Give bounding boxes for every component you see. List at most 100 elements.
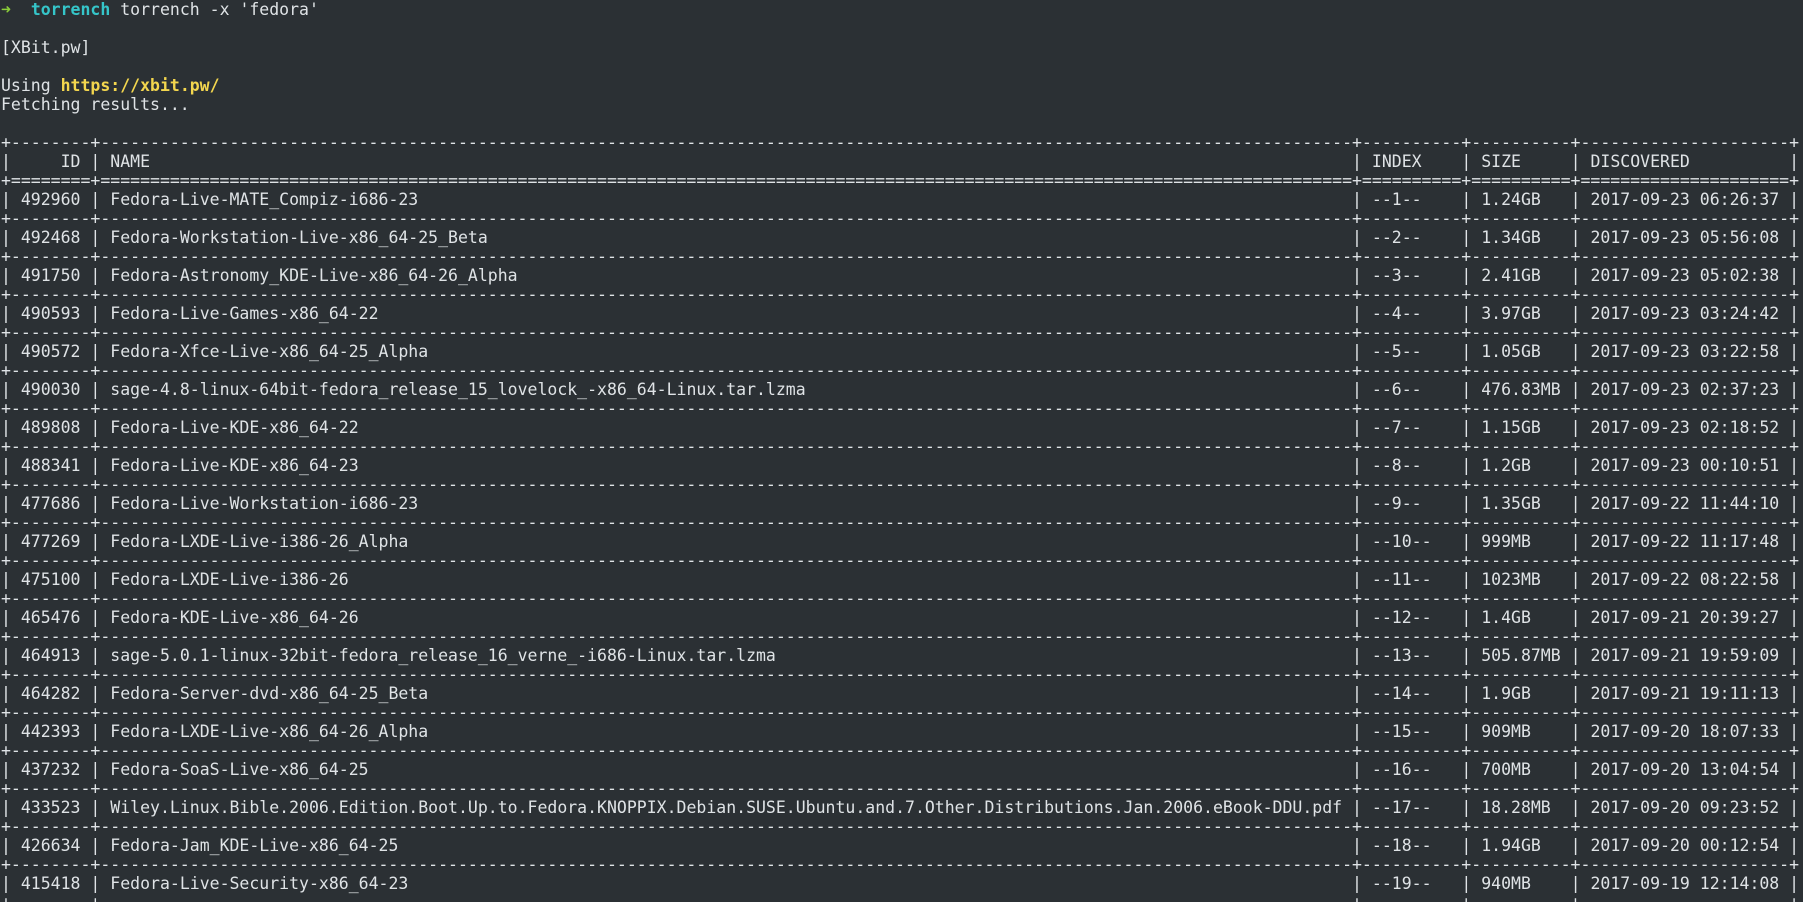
table-row[interactable]: | 442393 | Fedora-LXDE-Live-x86_64-26_Al… (1, 722, 1799, 741)
cell-index: --15-- (1371, 722, 1452, 741)
cell-size: 1.9GB (1481, 684, 1561, 703)
table-row[interactable]: | 492960 | Fedora-Live-MATE_Compiz-i686-… (1, 190, 1799, 209)
cell-id: 490593 (20, 304, 81, 323)
cell-size: 909MB (1481, 722, 1561, 741)
cell-discovered: 2017-09-23 06:26:37 (1590, 190, 1780, 209)
cell-id: 492468 (20, 228, 81, 247)
cell-name: Fedora-Live-Games-x86_64-22 (110, 304, 1343, 323)
prompt-line: ➜ torrench torrench -x 'fedora' (1, 0, 319, 19)
cell-size: 1.24GB (1481, 190, 1561, 209)
table-header-row: | ID | NAME | INDEX | SIZE | DISCOVERED … (1, 152, 1800, 171)
cell-index: --10-- (1371, 532, 1452, 551)
table-row[interactable]: | 477686 | Fedora-Live-Workstation-i686-… (1, 494, 1799, 513)
column-header-name: NAME (110, 152, 1343, 171)
table-row[interactable]: | 489808 | Fedora-Live-KDE-x86_64-22 | -… (1, 418, 1799, 437)
cell-discovered: 2017-09-20 18:07:33 (1590, 722, 1780, 741)
cell-size: 1.15GB (1481, 418, 1561, 437)
cell-size: 18.28MB (1481, 798, 1561, 817)
cell-id: 477686 (20, 494, 81, 513)
table-row[interactable]: | 465476 | Fedora-KDE-Live-x86_64-26 | -… (1, 608, 1799, 627)
cell-index: --2-- (1371, 228, 1452, 247)
cell-discovered: 2017-09-23 00:10:51 (1590, 456, 1780, 475)
cell-index: --18-- (1371, 836, 1452, 855)
row-separator: +--------+------------------------------… (1, 323, 1800, 342)
site-tag: [XBit.pw] (1, 38, 91, 57)
row-separator: +--------+------------------------------… (1, 551, 1800, 570)
row-separator: +--------+------------------------------… (1, 779, 1800, 798)
table-row[interactable]: | 491750 | Fedora-Astronomy_KDE-Live-x86… (1, 266, 1799, 285)
cell-discovered: 2017-09-21 19:59:09 (1590, 646, 1780, 665)
cell-size: 1.05GB (1481, 342, 1561, 361)
cell-id: 490572 (20, 342, 81, 361)
table-row[interactable]: | 488341 | Fedora-Live-KDE-x86_64-23 | -… (1, 456, 1799, 475)
cell-index: --9-- (1371, 494, 1452, 513)
table-row[interactable]: | 464913 | sage-5.0.1-linux-32bit-fedora… (1, 646, 1799, 665)
cell-size: 3.97GB (1481, 304, 1561, 323)
row-separator: +--------+------------------------------… (1, 209, 1800, 228)
row-separator: +--------+------------------------------… (1, 589, 1800, 608)
cell-name: Fedora-Live-KDE-x86_64-22 (110, 418, 1343, 437)
table-row[interactable]: | 492468 | Fedora-Workstation-Live-x86_6… (1, 228, 1799, 247)
terminal-window[interactable]: ➜ torrench torrench -x 'fedora' [XBit.pw… (0, 0, 1803, 902)
table-row[interactable]: | 415418 | Fedora-Live-Security-x86_64-2… (1, 874, 1799, 893)
fetching-status: Fetching results... (1, 95, 190, 114)
table-row[interactable]: | 490572 | Fedora-Xfce-Live-x86_64-25_Al… (1, 342, 1799, 361)
table-row[interactable]: | 477269 | Fedora-LXDE-Live-i386-26_Alph… (1, 532, 1799, 551)
cell-name: sage-4.8-linux-64bit-fedora_release_15_l… (110, 380, 1343, 399)
cell-discovered: 2017-09-21 20:39:27 (1590, 608, 1780, 627)
row-separator: +--------+------------------------------… (1, 361, 1800, 380)
table-header-border: +========+==============================… (1, 171, 1800, 190)
site-url[interactable]: https://xbit.pw/ (61, 76, 220, 95)
cell-discovered: 2017-09-23 05:02:38 (1590, 266, 1780, 285)
cell-size: 476.83MB (1481, 380, 1561, 399)
using-line: Using https://xbit.pw/ (1, 76, 220, 95)
table-row[interactable]: | 464282 | Fedora-Server-dvd-x86_64-25_B… (1, 684, 1799, 703)
prompt-arrow-icon: ➜ (1, 0, 11, 19)
cell-id: 492960 (20, 190, 81, 209)
cell-name: Fedora-LXDE-Live-x86_64-26_Alpha (110, 722, 1343, 741)
table-row[interactable]: | 475100 | Fedora-LXDE-Live-i386-26 | --… (1, 570, 1799, 589)
cell-discovered: 2017-09-23 02:18:52 (1590, 418, 1780, 437)
cell-index: --8-- (1371, 456, 1452, 475)
cell-size: 2.41GB (1481, 266, 1561, 285)
cell-name: Fedora-Astronomy_KDE-Live-x86_64-26_Alph… (110, 266, 1343, 285)
cell-index: --3-- (1371, 266, 1452, 285)
cell-name: Fedora-KDE-Live-x86_64-26 (110, 608, 1343, 627)
table-border: +--------+------------------------------… (1, 133, 1800, 152)
row-separator: +--------+------------------------------… (1, 513, 1800, 532)
table-row[interactable]: | 433523 | Wiley.Linux.Bible.2006.Editio… (1, 798, 1799, 817)
cell-size: 940MB (1481, 874, 1561, 893)
cell-discovered: 2017-09-22 11:44:10 (1590, 494, 1780, 513)
cell-id: 477269 (20, 532, 81, 551)
cell-id: 433523 (20, 798, 81, 817)
row-separator: +--------+------------------------------… (1, 437, 1800, 456)
cell-name: Fedora-Live-Security-x86_64-23 (110, 874, 1343, 893)
cell-size: 1.94GB (1481, 836, 1561, 855)
table-row[interactable]: | 490593 | Fedora-Live-Games-x86_64-22 |… (1, 304, 1799, 323)
column-header-index: INDEX (1371, 152, 1452, 171)
cell-index: --12-- (1371, 608, 1452, 627)
cell-index: --14-- (1371, 684, 1452, 703)
cell-size: 1023MB (1481, 570, 1561, 589)
row-separator: +--------+------------------------------… (1, 817, 1800, 836)
cell-discovered: 2017-09-23 03:24:42 (1590, 304, 1780, 323)
cell-index: --17-- (1371, 798, 1452, 817)
cell-index: --13-- (1371, 646, 1452, 665)
column-header-id: ID (20, 152, 81, 171)
cell-name: Wiley.Linux.Bible.2006.Edition.Boot.Up.t… (110, 798, 1343, 817)
cell-name: Fedora-LXDE-Live-i386-26 (110, 570, 1343, 589)
table-row[interactable]: | 490030 | sage-4.8-linux-64bit-fedora_r… (1, 380, 1799, 399)
using-prefix: Using (1, 76, 61, 95)
cell-discovered: 2017-09-21 19:11:13 (1590, 684, 1780, 703)
cell-discovered: 2017-09-20 13:04:54 (1590, 760, 1780, 779)
table-row[interactable]: | 426634 | Fedora-Jam_KDE-Live-x86_64-25… (1, 836, 1799, 855)
cell-discovered: 2017-09-23 02:37:23 (1590, 380, 1780, 399)
cell-name: Fedora-Xfce-Live-x86_64-25_Alpha (110, 342, 1343, 361)
prompt-directory: torrench (30, 0, 111, 19)
cell-index: --1-- (1371, 190, 1452, 209)
column-header-discovered: DISCOVERED (1590, 152, 1780, 171)
cell-id: 490030 (20, 380, 81, 399)
cell-discovered: 2017-09-20 09:23:52 (1590, 798, 1780, 817)
cell-name: Fedora-Server-dvd-x86_64-25_Beta (110, 684, 1343, 703)
table-row[interactable]: | 437232 | Fedora-SoaS-Live-x86_64-25 | … (1, 760, 1799, 779)
